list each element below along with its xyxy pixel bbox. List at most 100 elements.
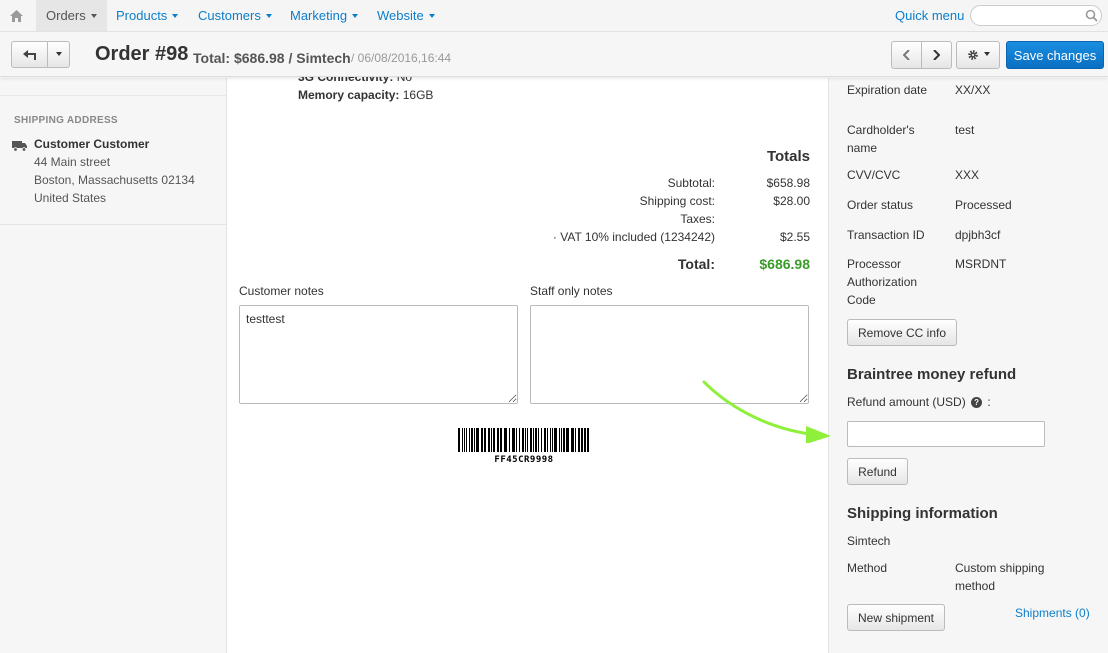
shipping-information-heading: Shipping information <box>847 505 998 522</box>
new-shipment-button[interactable]: New shipment <box>847 604 945 631</box>
barcode-bar <box>509 428 510 452</box>
gear-icon <box>967 50 978 60</box>
chevron-right-icon <box>933 50 940 60</box>
nav-customers[interactable]: Customers <box>188 0 282 31</box>
barcode-bar <box>484 428 486 452</box>
subtotal-label: Subtotal: <box>667 176 715 190</box>
shipping-street: 44 Main street <box>34 155 111 169</box>
shipping-method-label: Method <box>847 561 888 575</box>
page-title: Order #98 <box>95 43 189 65</box>
cardholder-name-value: test <box>955 123 975 137</box>
order-date: / 06/08/2016,16:44 <box>351 51 452 65</box>
next-order-button[interactable] <box>921 41 952 69</box>
save-changes-button[interactable]: Save changes <box>1006 41 1104 69</box>
expiration-date-label: Expiration date <box>847 83 928 97</box>
taxes-label: Taxes: <box>680 212 715 226</box>
barcode-bar <box>578 428 580 452</box>
barcode-bar <box>522 428 524 452</box>
transaction-id-value: dpjbh3cf <box>955 228 1001 242</box>
barcode-bar <box>584 428 586 452</box>
barcode-bar <box>519 428 520 452</box>
barcode-bar <box>563 428 565 452</box>
search-icon[interactable] <box>1085 9 1098 22</box>
home-icon[interactable] <box>0 0 32 31</box>
shipping-address-panel: SHIPPING ADDRESS Customer Customer 44 Ma… <box>0 95 226 225</box>
barcode-bar <box>458 428 460 452</box>
grand-total-value: $686.98 <box>759 256 810 272</box>
annotation-arrow-icon <box>702 380 831 443</box>
barcode-bar <box>504 428 507 452</box>
refund-button[interactable]: Refund <box>847 458 908 485</box>
customer-notes-textarea[interactable] <box>239 305 518 404</box>
nav-marketing[interactable]: Marketing <box>280 0 368 31</box>
vat-value: $2.55 <box>779 230 810 244</box>
nav-customers-label: Customers <box>198 8 261 23</box>
barcode-bar <box>566 428 569 452</box>
quick-menu-link[interactable]: Quick menu <box>895 0 964 31</box>
back-button[interactable] <box>11 41 48 68</box>
spec-memory: Memory capacity: 16GB <box>298 88 433 102</box>
barcode-bar <box>530 428 532 452</box>
barcode-bar <box>535 428 537 452</box>
cvv-label: CVV/CVC <box>847 168 901 182</box>
settings-dropdown-button[interactable] <box>956 41 1000 69</box>
vat-label: · VAT 10% included (1234242) <box>552 230 715 244</box>
back-dropdown-button[interactable] <box>47 41 70 68</box>
barcode-bar <box>462 428 463 452</box>
barcode-bar <box>554 428 557 452</box>
nav-orders-label: Orders <box>46 8 86 23</box>
barcode-image <box>458 428 589 452</box>
order-main-content: 3G Connectivity: No Memory capacity: 16G… <box>228 70 828 653</box>
transaction-id-label: Transaction ID <box>847 228 925 242</box>
shipping-cost-value: $28.00 <box>773 194 810 208</box>
right-sidebar: Expiration date XX/XX Cardholder's name … <box>828 78 1108 653</box>
refund-amount-colon: : <box>987 395 991 409</box>
shipping-city: Boston, Massachusetts 02134 <box>34 173 195 187</box>
top-navigation: Orders Products Customers Marketing Webs… <box>0 0 1108 32</box>
order-status-label: Order status <box>847 198 914 212</box>
barcode-bar <box>541 428 542 452</box>
nav-products[interactable]: Products <box>106 0 188 31</box>
expiration-date-value: XX/XX <box>955 83 991 97</box>
barcode-bar <box>471 428 473 452</box>
shipping-method-value: Custom shipping method <box>955 561 1045 593</box>
barcode-bar <box>516 428 517 452</box>
refund-amount-text: Refund amount (USD) <box>847 395 966 409</box>
nav-website[interactable]: Website <box>367 0 445 31</box>
help-icon[interactable]: ? <box>971 397 983 409</box>
remove-cc-info-button[interactable]: Remove CC info <box>847 319 957 346</box>
grand-total-label: Total: <box>677 256 715 272</box>
spec-value: 16GB <box>402 88 434 102</box>
barcode-bar <box>488 428 490 452</box>
search-input[interactable] <box>970 5 1102 26</box>
chevron-down-icon <box>352 13 359 18</box>
barcode-bar <box>466 428 467 452</box>
barcode-bar <box>575 428 576 452</box>
chevron-down-icon <box>428 13 435 18</box>
chevron-down-icon <box>172 13 179 18</box>
auth-code-value: MSRDNT <box>955 257 1007 271</box>
shipping-name: Customer Customer <box>34 137 150 151</box>
shipments-link[interactable]: Shipments (0) <box>1015 606 1090 620</box>
previous-order-button[interactable] <box>891 41 922 69</box>
truck-icon <box>12 141 27 152</box>
barcode-bar <box>550 428 551 452</box>
barcode-bar <box>581 428 583 452</box>
chevron-down-icon <box>983 52 990 56</box>
nav-marketing-label: Marketing <box>290 8 348 23</box>
barcode-bar <box>587 428 589 452</box>
shipping-address-heading: SHIPPING ADDRESS <box>14 115 118 126</box>
customer-notes-label: Customer notes <box>239 284 324 298</box>
shipping-country: United States <box>34 191 107 205</box>
nav-orders[interactable]: Orders <box>36 0 107 31</box>
barcode-bar <box>538 428 539 452</box>
left-sidebar: SHIPPING ADDRESS Customer Customer 44 Ma… <box>0 78 227 653</box>
refund-amount-input[interactable] <box>847 421 1045 447</box>
order-toolbar: Order #98 Total: $686.98 / Simtech / 06/… <box>0 32 1108 77</box>
subtotal-value: $658.98 <box>766 176 810 190</box>
nav-products-label: Products <box>116 8 168 23</box>
barcode-bar <box>544 428 546 452</box>
barcode-bar <box>561 428 562 452</box>
chevron-left-icon <box>903 50 910 60</box>
chevron-down-icon <box>265 13 272 18</box>
